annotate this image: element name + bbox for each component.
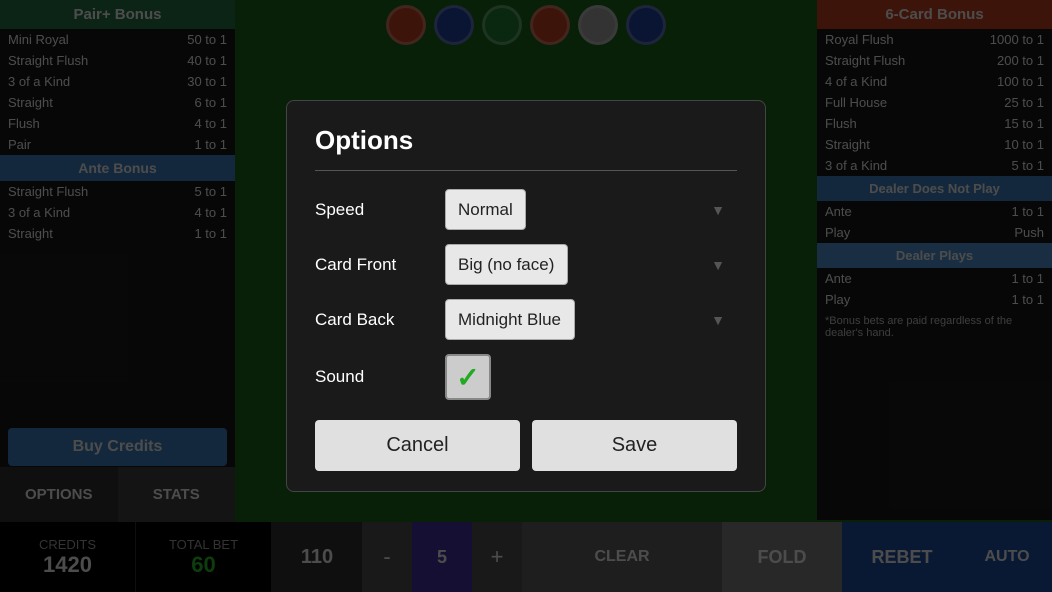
card-back-row: Card Back Red Blue Midnight Blue Green	[315, 299, 737, 340]
card-front-select-wrapper: Standard Big (no face) Big (face)	[445, 244, 737, 285]
card-front-label: Card Front	[315, 255, 445, 275]
speed-row: Speed Slow Normal Fast	[315, 189, 737, 230]
card-front-select[interactable]: Standard Big (no face) Big (face)	[445, 244, 568, 285]
sound-checkbox[interactable]: ✓	[445, 354, 491, 400]
card-back-select-wrapper: Red Blue Midnight Blue Green	[445, 299, 737, 340]
speed-label: Speed	[315, 200, 445, 220]
sound-row: Sound ✓	[315, 354, 737, 400]
card-front-row: Card Front Standard Big (no face) Big (f…	[315, 244, 737, 285]
save-button[interactable]: Save	[532, 420, 737, 471]
cancel-button[interactable]: Cancel	[315, 420, 520, 471]
options-modal: Options Speed Slow Normal Fast Card Fron…	[286, 100, 766, 492]
speed-select-wrapper: Slow Normal Fast	[445, 189, 737, 230]
modal-overlay: Options Speed Slow Normal Fast Card Fron…	[0, 0, 1052, 592]
sound-checkmark: ✓	[456, 361, 479, 394]
sound-label: Sound	[315, 367, 445, 387]
modal-title: Options	[315, 125, 737, 156]
modal-divider	[315, 170, 737, 171]
card-back-select[interactable]: Red Blue Midnight Blue Green	[445, 299, 575, 340]
modal-buttons: Cancel Save	[315, 420, 737, 471]
card-back-label: Card Back	[315, 310, 445, 330]
speed-select[interactable]: Slow Normal Fast	[445, 189, 526, 230]
